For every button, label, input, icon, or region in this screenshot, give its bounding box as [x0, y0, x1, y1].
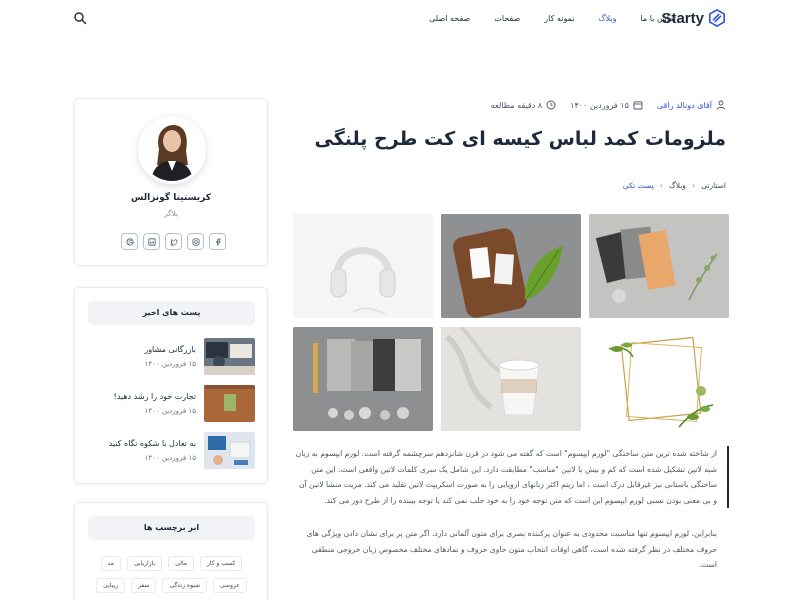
breadcrumb-blog[interactable]: وبلاگ — [669, 181, 686, 190]
tag-finance[interactable]: مالی — [168, 556, 194, 571]
gallery-image-headphones[interactable] — [293, 214, 433, 318]
recent-post-item[interactable]: بازرگانی مشاور ۱۵ فروردین ۱۴۰۰ — [88, 338, 255, 378]
breadcrumb: استارتی ‹ وبلاگ ‹ پست تکی — [623, 181, 726, 190]
tag-fashion[interactable]: مد — [100, 556, 121, 571]
gallery-image-gold-frame[interactable] — [589, 327, 729, 431]
recent-post-thumbnail[interactable] — [204, 432, 255, 469]
calendar-icon — [633, 101, 643, 110]
recent-post-title[interactable]: تجارت خود را رشد دهید! — [114, 392, 197, 401]
recent-post-title[interactable]: بازرگانی مشاور — [144, 345, 196, 354]
facebook-icon[interactable] — [209, 233, 226, 250]
avatar[interactable] — [138, 116, 206, 184]
recent-post-thumbnail[interactable] — [204, 338, 255, 375]
twitter-icon[interactable] — [165, 233, 182, 250]
chevron-left-icon: ‹ — [691, 181, 696, 190]
gallery-image-envelopes[interactable] — [589, 214, 729, 318]
chevron-left-icon: ‹ — [659, 181, 663, 190]
nav-item-home[interactable]: صفحه اصلی — [429, 14, 470, 23]
recent-post-thumbnail[interactable] — [204, 385, 255, 422]
logo-mark-icon — [708, 9, 726, 27]
tag-list: کسب و کار مالی بازاریابی مد عروسی شیوه ز… — [88, 556, 255, 593]
profile-role: بلاگر — [163, 209, 179, 218]
post-title: ملزومات کمد لباس کیسه ای کت طرح پلنگی — [314, 128, 726, 150]
tag-lifestyle[interactable]: شیوه زندگی — [162, 578, 207, 593]
social-links — [121, 233, 226, 250]
tag-wedding[interactable]: عروسی — [213, 578, 247, 593]
tag-beauty[interactable]: زیبایی — [96, 578, 126, 593]
gallery-image-paper-cup[interactable] — [441, 327, 581, 431]
read-time-text: ۸ دقیقه مطالعه — [490, 100, 543, 110]
read-time: ۸ دقیقه مطالعه — [491, 100, 556, 110]
tag-travel[interactable]: سفر — [131, 578, 157, 593]
recent-post-item[interactable]: تجارت خود را رشد دهید! ۱۵ فروردین ۱۴۰۰ — [88, 385, 255, 425]
clock-icon — [546, 100, 556, 110]
instagram-icon[interactable] — [187, 233, 204, 250]
image-gallery — [293, 214, 729, 432]
post-date: ۱۵ فروردین ۱۴۰۰ — [570, 100, 643, 110]
recent-post-item[interactable]: به تعادل با شکوه نگاه کنید ۱۵ فروردین ۱۴… — [88, 432, 255, 472]
recent-post-date: ۱۵ فروردین ۱۴۰۰ — [144, 454, 196, 462]
recent-post-date: ۱۵ فروردین ۱۴۰۰ — [144, 360, 196, 368]
nav-item-blog[interactable]: وبلاگ — [598, 14, 616, 23]
breadcrumb-current: پست تکی — [622, 181, 654, 190]
site-header: Starty صفحه اصلی صفحات نمونه کار وبلاگ ت… — [0, 0, 800, 40]
post-meta: آقای دونالد راقی ۱۵ فروردین ۱۴۰۰ ۸ دقیقه… — [491, 100, 726, 110]
tag-cloud-title: ابر برچسب ها — [88, 516, 255, 540]
dribbble-icon[interactable] — [121, 233, 138, 250]
nav-item-pages[interactable]: صفحات — [494, 14, 520, 23]
linkedin-icon[interactable] — [143, 233, 160, 250]
tag-business[interactable]: کسب و کار — [200, 556, 243, 571]
recent-posts-card: پست های اخیر بازرگانی مشاور ۱۵ فروردین ۱… — [74, 287, 268, 484]
breadcrumb-home[interactable]: استارتی — [701, 181, 726, 190]
user-icon — [716, 100, 726, 110]
nav-item-contact[interactable]: تماس با ما — [640, 14, 676, 23]
author-name: آقای دونالد راقی — [656, 100, 712, 110]
post-author[interactable]: آقای دونالد راقی — [657, 100, 726, 110]
recent-post-date: ۱۵ فروردین ۱۴۰۰ — [144, 407, 196, 415]
nav-item-portfolio[interactable]: نمونه کار — [544, 14, 574, 23]
article-paragraph-1: از شاخته شده ترین متن ساختگی "لورم ایپسو… — [295, 446, 729, 508]
tag-cloud-card: ابر برچسب ها کسب و کار مالی بازاریابی مد… — [74, 502, 268, 600]
date-text: ۱۵ فروردین ۱۴۰۰ — [570, 100, 629, 110]
tag-marketing[interactable]: بازاریابی — [126, 556, 163, 571]
article-paragraph-2: بنابراین، لورم ایپسوم تنها مناسبت محدودی… — [306, 529, 717, 569]
gallery-image-business-cards[interactable] — [441, 214, 581, 318]
author-profile-card: کریستینا گونزالس بلاگر — [74, 98, 268, 266]
search-icon[interactable] — [73, 11, 87, 25]
recent-posts-title: پست های اخیر — [88, 301, 255, 325]
gallery-image-stationery[interactable] — [293, 327, 433, 431]
profile-name: کریستینا گونزالس — [131, 193, 211, 203]
main-nav: صفحه اصلی صفحات نمونه کار وبلاگ تماس با … — [405, 14, 676, 23]
recent-post-title[interactable]: به تعادل با شکوه نگاه کنید — [109, 439, 196, 448]
